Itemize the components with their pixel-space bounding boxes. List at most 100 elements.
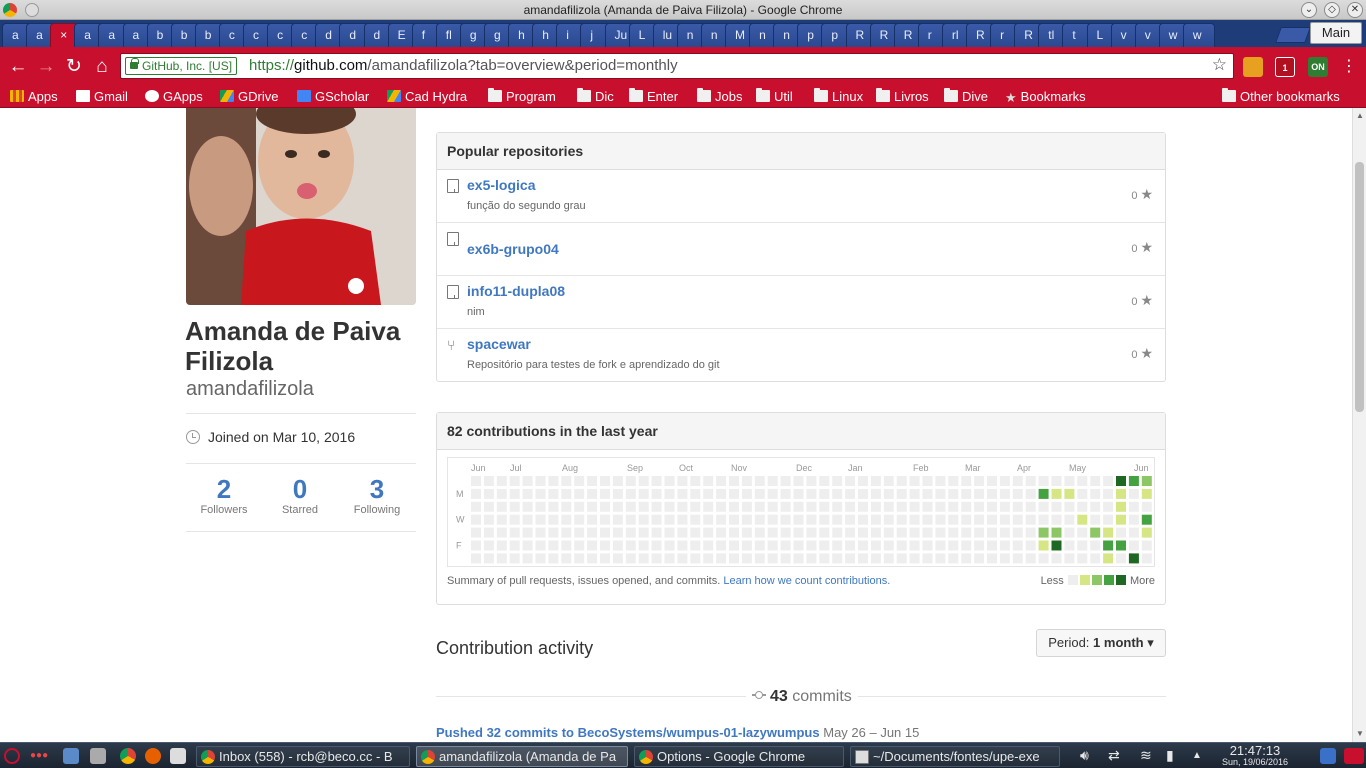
- extension-icon[interactable]: [1243, 57, 1263, 77]
- contribution-day[interactable]: [896, 501, 907, 512]
- wifi-icon[interactable]: ≋: [1140, 747, 1152, 764]
- contribution-day[interactable]: [600, 476, 610, 486]
- contribution-day[interactable]: [754, 553, 765, 564]
- contribution-day[interactable]: [729, 540, 739, 551]
- contribution-day[interactable]: [767, 527, 778, 538]
- contribution-day[interactable]: [496, 501, 507, 512]
- contribution-day[interactable]: [729, 527, 739, 538]
- contribution-day[interactable]: [612, 553, 623, 564]
- contribution-day[interactable]: [922, 514, 933, 525]
- commits-summary[interactable]: 43 commits: [746, 688, 858, 706]
- contribution-day[interactable]: [935, 476, 946, 486]
- contribution-day[interactable]: [1025, 476, 1036, 486]
- contribution-day[interactable]: [935, 540, 946, 551]
- contribution-day[interactable]: [1141, 553, 1152, 564]
- contribution-day[interactable]: [574, 553, 585, 564]
- contribution-day[interactable]: [690, 527, 701, 538]
- avatar[interactable]: [186, 108, 416, 305]
- contribution-day[interactable]: [535, 488, 546, 499]
- contribution-day[interactable]: [1012, 553, 1023, 564]
- contribution-day[interactable]: [1064, 527, 1075, 538]
- contribution-day[interactable]: [974, 514, 985, 525]
- contribution-day[interactable]: [845, 540, 856, 551]
- contribution-day[interactable]: [483, 488, 494, 499]
- contribution-day[interactable]: [664, 540, 675, 551]
- contribution-day[interactable]: [612, 527, 623, 538]
- contribution-day[interactable]: [987, 527, 997, 538]
- start-menu-icon[interactable]: [4, 748, 20, 764]
- contribution-day[interactable]: [819, 553, 830, 564]
- contribution-day[interactable]: [819, 476, 830, 486]
- contribution-day[interactable]: [832, 488, 843, 499]
- contribution-day[interactable]: [1103, 514, 1114, 525]
- contribution-day[interactable]: [793, 488, 804, 499]
- contribution-day[interactable]: [1090, 527, 1101, 538]
- contribution-day[interactable]: [948, 501, 959, 512]
- contribution-day[interactable]: [651, 527, 662, 538]
- contribution-day[interactable]: [832, 527, 843, 538]
- contribution-day[interactable]: [793, 540, 804, 551]
- contribution-day[interactable]: [845, 488, 856, 499]
- contribution-day[interactable]: [1077, 501, 1088, 512]
- contribution-day[interactable]: [496, 476, 507, 486]
- contribution-day[interactable]: [471, 488, 481, 499]
- contribution-day[interactable]: [677, 488, 688, 499]
- contribution-day[interactable]: [909, 540, 920, 551]
- contribution-day[interactable]: [1077, 476, 1088, 486]
- contribution-day[interactable]: [1077, 527, 1088, 538]
- contribution-day[interactable]: [896, 476, 907, 486]
- contribution-day[interactable]: [1025, 488, 1036, 499]
- contribution-day[interactable]: [638, 527, 649, 538]
- other-bookmarks[interactable]: Other bookmarks: [1222, 88, 1340, 106]
- contribution-day[interactable]: [1051, 553, 1062, 564]
- contribution-day[interactable]: [780, 488, 791, 499]
- contribution-day[interactable]: [870, 501, 881, 512]
- contribution-day[interactable]: [496, 540, 507, 551]
- contribution-day[interactable]: [793, 476, 804, 486]
- stat-starred[interactable]: 0 Starred: [262, 474, 338, 516]
- network-icon[interactable]: ⇄: [1108, 747, 1120, 764]
- contribution-day[interactable]: [948, 488, 959, 499]
- contribution-day[interactable]: [471, 527, 481, 538]
- page-scrollbar[interactable]: ▲ ▼: [1352, 108, 1366, 742]
- contribution-day[interactable]: [870, 527, 881, 538]
- contribution-day[interactable]: [999, 540, 1010, 551]
- contribution-day[interactable]: [987, 553, 997, 564]
- contribution-day[interactable]: [987, 501, 997, 512]
- contribution-day[interactable]: [883, 501, 894, 512]
- contribution-day[interactable]: [909, 501, 920, 512]
- contribution-day[interactable]: [1103, 476, 1114, 486]
- contribution-day[interactable]: [625, 514, 636, 525]
- contribution-day[interactable]: [1051, 501, 1062, 512]
- contribution-day[interactable]: [1025, 501, 1036, 512]
- contribution-day[interactable]: [832, 553, 843, 564]
- chrome-menu-icon[interactable]: ⋮: [1338, 56, 1360, 78]
- contribution-day[interactable]: [729, 501, 739, 512]
- contribution-day[interactable]: [703, 488, 714, 499]
- contribution-day[interactable]: [987, 488, 997, 499]
- contribution-day[interactable]: [625, 527, 636, 538]
- contribution-day[interactable]: [729, 488, 739, 499]
- contribution-day[interactable]: [1090, 540, 1101, 551]
- contribution-day[interactable]: [806, 553, 817, 564]
- contribution-day[interactable]: [1038, 501, 1049, 512]
- contribution-day[interactable]: [612, 501, 623, 512]
- contribution-day[interactable]: [1116, 553, 1126, 564]
- contribution-day[interactable]: [690, 488, 701, 499]
- repo-link[interactable]: info11-dupla08: [467, 283, 565, 299]
- contribution-day[interactable]: [922, 476, 933, 486]
- contribution-day[interactable]: [767, 488, 778, 499]
- contribution-day[interactable]: [806, 540, 817, 551]
- contribution-day[interactable]: [961, 476, 972, 486]
- contribution-day[interactable]: [651, 501, 662, 512]
- contribution-day[interactable]: [690, 514, 701, 525]
- contribution-day[interactable]: [690, 540, 701, 551]
- contribution-day[interactable]: [677, 527, 688, 538]
- forward-button[interactable]: →: [35, 56, 57, 78]
- battery-icon[interactable]: ▮: [1166, 747, 1174, 764]
- contribution-day[interactable]: [561, 476, 572, 486]
- contribution-day[interactable]: [1012, 501, 1023, 512]
- contribution-day[interactable]: [574, 488, 585, 499]
- contribution-day[interactable]: [471, 514, 481, 525]
- contribution-day[interactable]: [664, 488, 675, 499]
